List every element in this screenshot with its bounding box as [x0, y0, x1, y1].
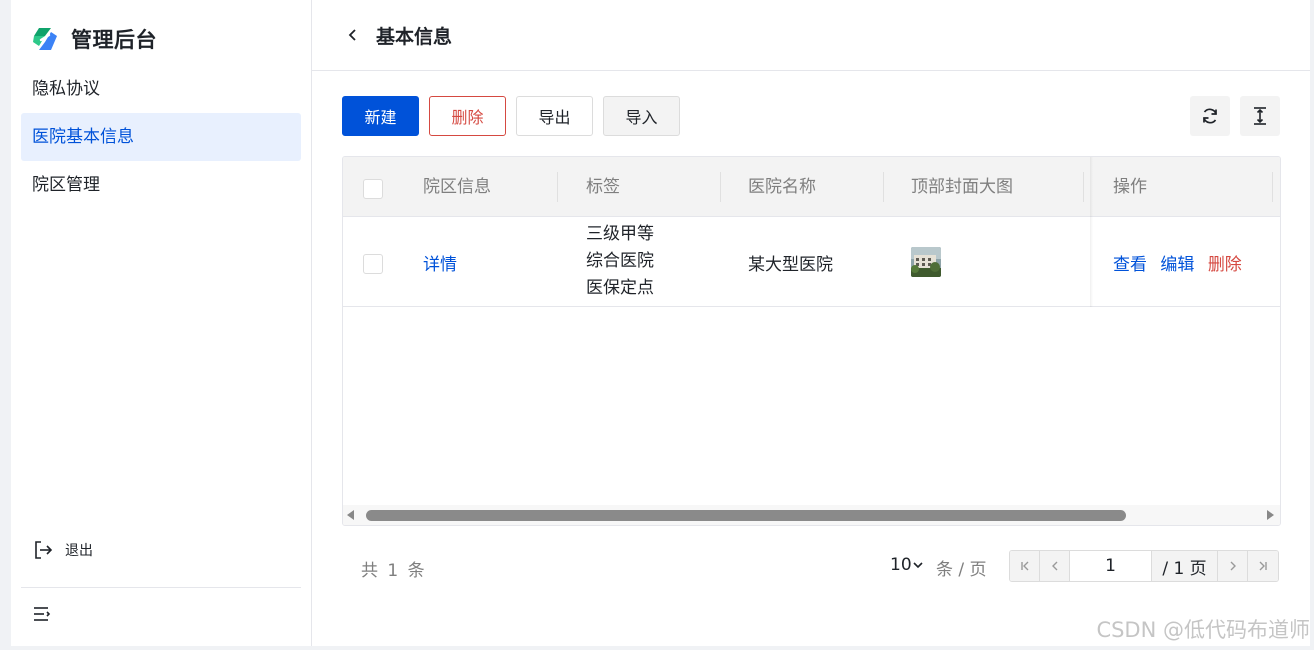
view-link[interactable]: 查看	[1113, 255, 1147, 275]
select-all-checkbox[interactable]	[363, 179, 383, 199]
hospital-photo-image	[911, 247, 941, 277]
refresh-button[interactable]	[1190, 96, 1230, 136]
column-header-actions: 操作	[1113, 177, 1147, 197]
page-title: 基本信息	[376, 25, 453, 48]
column-header-tags: 标签	[586, 177, 620, 197]
pagination: 共 1 条 10 条 / 页 / 1 页	[342, 540, 1281, 594]
page-number-input[interactable]	[1070, 551, 1152, 581]
sidebar-nav: 隐私协议 医院基本信息 院区管理	[21, 65, 301, 209]
total-count: 共 1 条	[361, 561, 427, 581]
logout-icon	[35, 541, 53, 559]
last-page-button[interactable]	[1248, 551, 1278, 581]
hospital-name-cell: 某大型医院	[748, 255, 833, 275]
chevron-left-icon	[348, 29, 356, 41]
export-button[interactable]: 导出	[516, 96, 593, 136]
horizontal-scrollbar[interactable]	[343, 505, 1280, 525]
delete-link[interactable]: 删除	[1208, 255, 1242, 275]
sidebar-item-hospital-info[interactable]: 医院基本信息	[21, 113, 301, 161]
toolbar: 新建 删除 导出 导入	[342, 96, 1280, 136]
campus-details-link[interactable]: 详情	[423, 250, 457, 275]
row-height-icon	[1254, 107, 1266, 125]
logout-button[interactable]: 退出	[33, 540, 93, 560]
total-pages: / 1 页	[1152, 551, 1218, 581]
column-divider	[1083, 172, 1084, 202]
new-button[interactable]: 新建	[342, 96, 419, 136]
first-page-button[interactable]	[1010, 551, 1040, 581]
edit-link[interactable]: 编辑	[1160, 255, 1194, 275]
column-divider	[1272, 172, 1273, 202]
last-page-icon	[1259, 561, 1267, 571]
back-button[interactable]	[346, 26, 364, 44]
column-divider	[883, 172, 884, 202]
page-navigator: / 1 页	[1009, 550, 1279, 582]
sidebar: 管理后台 隐私协议 医院基本信息 院区管理 退出	[11, 0, 312, 646]
column-divider	[557, 172, 558, 202]
column-header-campus-info: 院区信息	[423, 177, 491, 197]
app-title: 管理后台	[71, 28, 157, 52]
scroll-right-icon[interactable]	[1267, 510, 1274, 520]
delete-button[interactable]: 删除	[429, 96, 506, 136]
fixed-column-shadow	[1090, 157, 1093, 307]
import-button[interactable]: 导入	[603, 96, 680, 136]
page-header: 基本信息	[312, 0, 1310, 71]
scrollbar-thumb[interactable]	[366, 510, 1126, 521]
chevron-left-icon	[1051, 561, 1057, 571]
main-content: 基本信息 新建 删除 导出 导入 院区信息 标签 医院名称 顶部封面大图 操作 …	[312, 0, 1310, 646]
chevron-right-icon	[1230, 561, 1236, 571]
scroll-left-icon[interactable]	[347, 510, 354, 520]
page-size-value: 10	[890, 555, 912, 575]
cover-image-thumbnail[interactable]	[911, 247, 941, 277]
collapse-menu-icon[interactable]	[31, 603, 53, 625]
row-checkbox[interactable]	[363, 254, 383, 274]
chevron-down-icon	[913, 562, 923, 569]
sidebar-divider	[21, 587, 301, 588]
tag: 医保定点	[586, 278, 654, 298]
column-divider	[720, 172, 721, 202]
data-table: 院区信息 标签 医院名称 顶部封面大图 操作 详情 三级甲等 综合医院 医保定点…	[342, 156, 1281, 526]
tags-cell: 三级甲等 综合医院 医保定点	[586, 221, 654, 302]
first-page-icon	[1020, 561, 1028, 571]
watermark: CSDN @低代码布道师	[1096, 618, 1310, 642]
tag: 综合医院	[586, 251, 654, 271]
refresh-icon	[1203, 108, 1217, 124]
sidebar-item-privacy[interactable]: 隐私协议	[21, 65, 301, 113]
page-size-select[interactable]: 10	[890, 555, 924, 575]
row-height-button[interactable]	[1240, 96, 1280, 136]
table-header: 院区信息 标签 医院名称 顶部封面大图 操作	[343, 157, 1280, 217]
next-page-button[interactable]	[1218, 551, 1248, 581]
logout-label: 退出	[65, 543, 93, 559]
page-size-unit: 条 / 页	[936, 560, 987, 580]
column-header-cover-image: 顶部封面大图	[911, 177, 1013, 197]
column-header-hospital-name: 医院名称	[748, 177, 816, 197]
tag: 三级甲等	[586, 224, 654, 244]
table-row: 详情 三级甲等 综合医院 医保定点 某大型医院 查看 编辑 删除	[343, 217, 1280, 307]
app-logo-icon	[33, 28, 57, 50]
brand: 管理后台	[31, 24, 157, 54]
row-actions: 查看 编辑 删除	[1113, 250, 1242, 275]
sidebar-item-campus[interactable]: 院区管理	[21, 161, 301, 209]
prev-page-button[interactable]	[1040, 551, 1070, 581]
